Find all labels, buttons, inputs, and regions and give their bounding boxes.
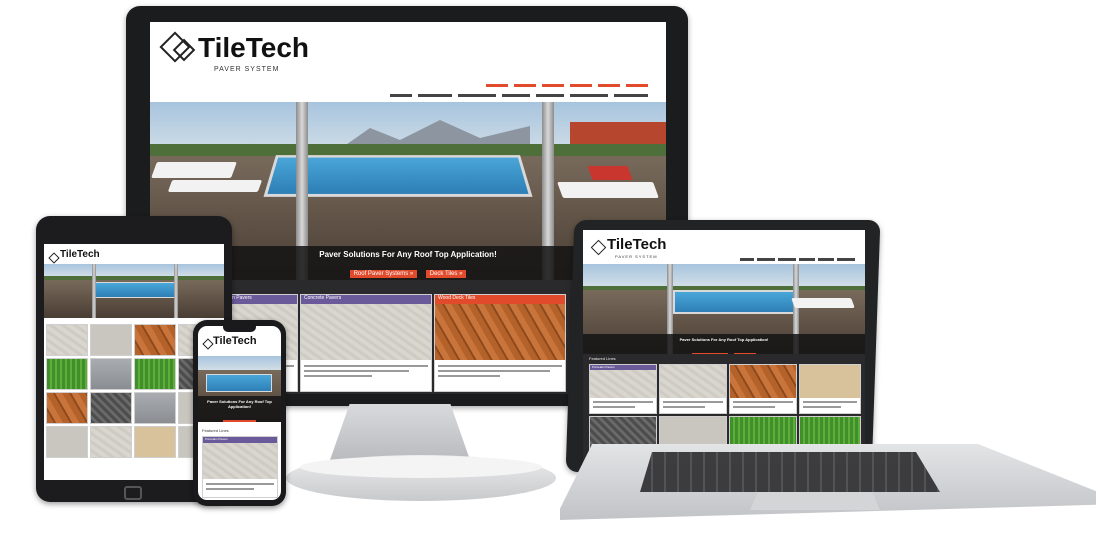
site-header: TileTech PAVER SYSTEM — [150, 22, 666, 88]
product-card[interactable]: Concrete Pavers — [300, 294, 432, 392]
main-nav[interactable] — [390, 94, 648, 97]
product-card[interactable] — [46, 426, 88, 458]
product-card[interactable] — [46, 358, 88, 390]
hero-caption: Paver Solutions For Any Roof Top Applica… — [583, 334, 865, 354]
hero-title: Paver Solutions For Any Roof Top Applica… — [207, 399, 272, 409]
product-card[interactable] — [90, 324, 132, 356]
tablet-home-button — [124, 486, 142, 500]
hero-image — [44, 264, 224, 318]
brand-name: TileTech — [213, 335, 257, 347]
main-nav[interactable] — [740, 258, 855, 261]
logo-icon — [48, 252, 60, 264]
section-heading: Featured Lines — [202, 428, 229, 433]
product-card-title: Concrete Pavers — [301, 295, 431, 304]
roof-paver-button[interactable]: Roof Paver Systems » — [222, 420, 257, 422]
product-card[interactable]: Porcelain Pavers — [589, 364, 657, 414]
product-card-title: Wood Deck Tiles — [435, 295, 565, 304]
product-card[interactable] — [46, 392, 88, 424]
roof-paver-button[interactable]: Roof Paver Systems » — [349, 270, 418, 278]
monitor-stand-base-top — [300, 456, 542, 478]
deck-tiles-button[interactable]: Deck Tiles » — [425, 270, 467, 278]
laptop-keyboard — [640, 452, 940, 492]
brand-name[interactable]: TileTech — [198, 32, 309, 64]
product-card[interactable] — [134, 324, 176, 356]
hero-image: Paver Solutions For Any Roof Top Applica… — [583, 264, 865, 354]
monitor-stand-neck — [330, 404, 470, 460]
product-card[interactable] — [90, 358, 132, 390]
hero-title: Paver Solutions For Any Roof Top Applica… — [679, 337, 769, 342]
brand-name: TileTech — [60, 249, 100, 260]
product-card[interactable] — [134, 358, 176, 390]
brand-name: TileTech — [607, 236, 667, 253]
product-card[interactable]: Porcelain Pavers — [202, 436, 278, 498]
section-heading: Featured Lines — [589, 356, 616, 361]
product-card[interactable] — [659, 364, 727, 414]
brand-tagline: PAVER SYSTEM — [615, 254, 658, 259]
product-card[interactable] — [90, 426, 132, 458]
product-card[interactable] — [134, 426, 176, 458]
top-links[interactable] — [486, 84, 648, 87]
phone-notch — [223, 326, 256, 332]
phone-screen: TileTech Paver Solutions For Any Roof To… — [198, 326, 281, 500]
product-card[interactable] — [134, 392, 176, 424]
laptop-screen: TileTech PAVER SYSTEM Paver Solutions Fo… — [583, 230, 865, 462]
product-card[interactable] — [46, 324, 88, 356]
brand-tagline: PAVER SYSTEM — [214, 66, 280, 73]
product-card[interactable] — [90, 392, 132, 424]
product-card[interactable] — [729, 364, 797, 414]
product-card[interactable] — [799, 364, 861, 414]
product-card[interactable]: Wood Deck Tiles — [434, 294, 566, 392]
logo-icon — [590, 239, 607, 256]
hero-image: Paver Solutions For Any Roof Top Applica… — [198, 356, 281, 422]
hero-caption: Paver Solutions For Any Roof Top Applica… — [198, 396, 281, 422]
laptop-trackpad — [750, 492, 880, 510]
logo-icon — [202, 338, 214, 350]
